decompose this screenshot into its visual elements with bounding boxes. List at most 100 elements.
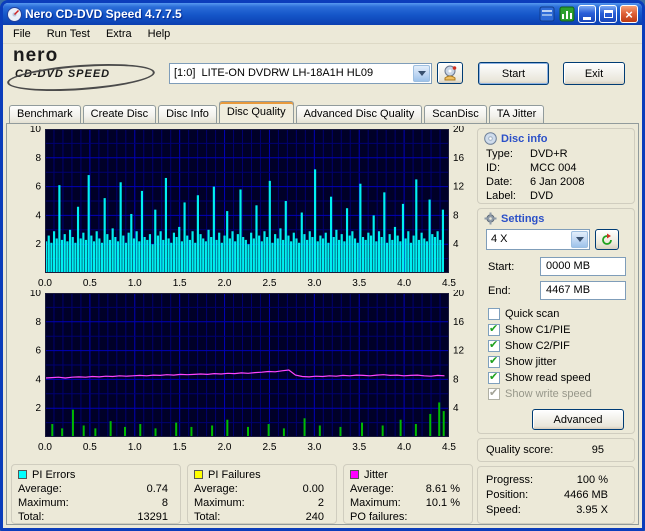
stat-label: Average: xyxy=(350,483,394,495)
checkbox-show-c2-pif[interactable]: ✔ Show C2/PIF xyxy=(488,338,630,354)
svg-text:4.5: 4.5 xyxy=(442,442,456,453)
svg-text:0.0: 0.0 xyxy=(38,278,52,289)
tab-advanced-disc-quality[interactable]: Advanced Disc Quality xyxy=(295,105,423,123)
checkbox-show-jitter[interactable]: ✔ Show jitter xyxy=(488,354,630,370)
svg-text:2: 2 xyxy=(35,239,41,250)
drive-select-arrow[interactable] xyxy=(413,65,430,82)
end-field[interactable]: 4467 MB xyxy=(540,281,626,300)
maximize-button[interactable] xyxy=(599,5,617,23)
svg-text:16: 16 xyxy=(453,317,465,328)
stat-row: Average: 8.61 % xyxy=(350,482,466,496)
svg-text:2.0: 2.0 xyxy=(218,442,232,453)
svg-text:16: 16 xyxy=(453,153,465,164)
checkbox-show-c1-pie[interactable]: ✔ Show C1/PIE xyxy=(488,322,630,338)
svg-text:3.5: 3.5 xyxy=(352,278,366,289)
start-field[interactable]: 0000 MB xyxy=(540,257,626,276)
stat-row: Maximum: 8 xyxy=(18,496,174,510)
start-button[interactable]: Start xyxy=(478,62,549,85)
tab-scandisc[interactable]: ScanDisc xyxy=(424,105,487,123)
svg-text:3.5: 3.5 xyxy=(352,442,366,453)
speed-select-arrow[interactable] xyxy=(571,231,588,248)
green-chart-icon xyxy=(559,6,574,22)
stat-value: 0.00 xyxy=(302,483,324,495)
stat-row: PO failures: xyxy=(350,510,466,524)
svg-text:10: 10 xyxy=(30,126,42,135)
svg-text:4: 4 xyxy=(453,239,459,250)
svg-text:12: 12 xyxy=(453,182,465,193)
menu-file[interactable]: File xyxy=(5,26,39,42)
speed-select[interactable]: 4 X xyxy=(486,229,590,250)
checkbox-box xyxy=(488,308,500,320)
tab-create-disc[interactable]: Create Disc xyxy=(82,105,157,123)
titlebar-graph-icon[interactable] xyxy=(558,6,575,23)
settings-title: Settings xyxy=(501,212,545,225)
tab-disc-quality[interactable]: Disc Quality xyxy=(218,101,294,123)
start-row: Start: 0000 MB xyxy=(488,257,626,276)
stat-label: Total: xyxy=(194,511,221,523)
blue-panel-icon xyxy=(539,6,554,22)
disc-label-label: Label: xyxy=(486,190,516,202)
app-window: Nero CD-DVD Speed 4.7.7.5 × File Run Tes… xyxy=(0,0,645,531)
gear-icon xyxy=(484,212,497,225)
tab-benchmark[interactable]: Benchmark xyxy=(9,105,81,123)
quality-score-label: Quality score: xyxy=(486,444,554,456)
checkbox-box: ✔ xyxy=(488,322,500,336)
svg-text:4: 4 xyxy=(35,374,41,385)
settings-checkboxes: Quick scan ✔ Show C1/PIE ✔ Show C2/PIF ✔… xyxy=(488,306,630,402)
svg-text:6: 6 xyxy=(35,182,41,193)
disc-id-row: ID: MCC 004 xyxy=(486,161,628,175)
disc-type-row: Type: DVD+R xyxy=(486,147,628,161)
stat-label: Average: xyxy=(18,483,62,495)
advanced-button[interactable]: Advanced xyxy=(532,409,624,430)
quality-score-panel: Quality score: 95 xyxy=(477,438,635,462)
window-title: Nero CD-DVD Speed 4.7.7.5 xyxy=(25,7,182,21)
refresh-icon xyxy=(602,233,612,245)
svg-text:3.0: 3.0 xyxy=(307,442,321,453)
pi-errors-chart: 2 4 6 8 10 4 8 12 16 20 0.0 0.5 1.0 1.5 2.0 2.5 3.0 3.5 4.… xyxy=(13,124,475,290)
menu-extra[interactable]: Extra xyxy=(98,26,140,42)
stat-label: Maximum: xyxy=(194,497,245,509)
svg-text:8: 8 xyxy=(35,317,41,328)
menu-run-test[interactable]: Run Test xyxy=(39,26,98,42)
progress-row: Progress: 100 % xyxy=(486,472,626,487)
nero-logo: nero CD-DVD SPEED xyxy=(6,46,163,96)
check-icon: ✔ xyxy=(489,322,499,335)
jitter-legend-swatch xyxy=(350,470,359,479)
stat-row: Maximum: 2 xyxy=(194,496,330,510)
end-row: End: 4467 MB xyxy=(488,281,626,300)
stat-row: Average: 0.74 xyxy=(18,482,174,496)
titlebar[interactable]: Nero CD-DVD Speed 4.7.7.5 × xyxy=(3,3,642,25)
tab-disc-info[interactable]: Disc Info xyxy=(158,105,217,123)
check-icon: ✔ xyxy=(489,338,499,351)
jitter-panel: Jitter Average: 8.61 % Maximum: 10.1 % PO … xyxy=(343,464,473,524)
end-label: End: xyxy=(488,284,511,297)
stat-row: Total: 240 xyxy=(194,510,330,524)
speed-select-value: 4 X xyxy=(491,233,508,245)
stat-row: Average: 0.00 xyxy=(194,482,330,496)
svg-text:2.0: 2.0 xyxy=(218,278,232,289)
minimize-button[interactable] xyxy=(578,5,596,23)
svg-text:12: 12 xyxy=(453,346,465,357)
pi-errors-legend-swatch xyxy=(18,470,27,479)
check-icon: ✔ xyxy=(489,386,499,399)
svg-text:1.5: 1.5 xyxy=(173,442,187,453)
pi-errors-panel: PI Errors Average: 0.74 Maximum: 8 Total: 1… xyxy=(11,464,181,524)
refresh-button[interactable] xyxy=(595,229,619,250)
exit-button[interactable]: Exit xyxy=(563,62,625,85)
close-button[interactable]: × xyxy=(620,5,638,23)
pi-failures-panel: PI Failures Average: 0.00 Maximum: 2 Total… xyxy=(187,464,337,524)
disc-info-panel: Disc info Type: DVD+R ID: MCC 004 Date: 6 J… xyxy=(477,128,635,204)
menu-help[interactable]: Help xyxy=(140,26,179,42)
disc-label-value: DVD xyxy=(530,190,554,202)
titlebar-panel-icon[interactable] xyxy=(538,6,555,23)
checkbox-box: ✔ xyxy=(488,370,500,384)
svg-text:2.5: 2.5 xyxy=(262,278,276,289)
checkbox-quick-scan[interactable]: Quick scan xyxy=(488,306,630,322)
tab-ta-jitter[interactable]: TA Jitter xyxy=(488,105,545,123)
checkbox-show-read-speed[interactable]: ✔ Show read speed xyxy=(488,370,630,386)
position-row: Position: 4466 MB xyxy=(486,487,626,502)
drive-select[interactable]: [1:0] LITE-ON DVDRW LH-18A1H HL09 xyxy=(169,63,432,84)
eject-button[interactable] xyxy=(437,62,463,84)
pi-failures-jitter-chart: 2 4 6 8 10 4 8 12 16 20 0.0 0.5 1.0 1.5 2.0 2.5 3.0 3.5 4.… xyxy=(13,288,475,454)
pi-errors-title: PI Errors xyxy=(32,468,76,481)
